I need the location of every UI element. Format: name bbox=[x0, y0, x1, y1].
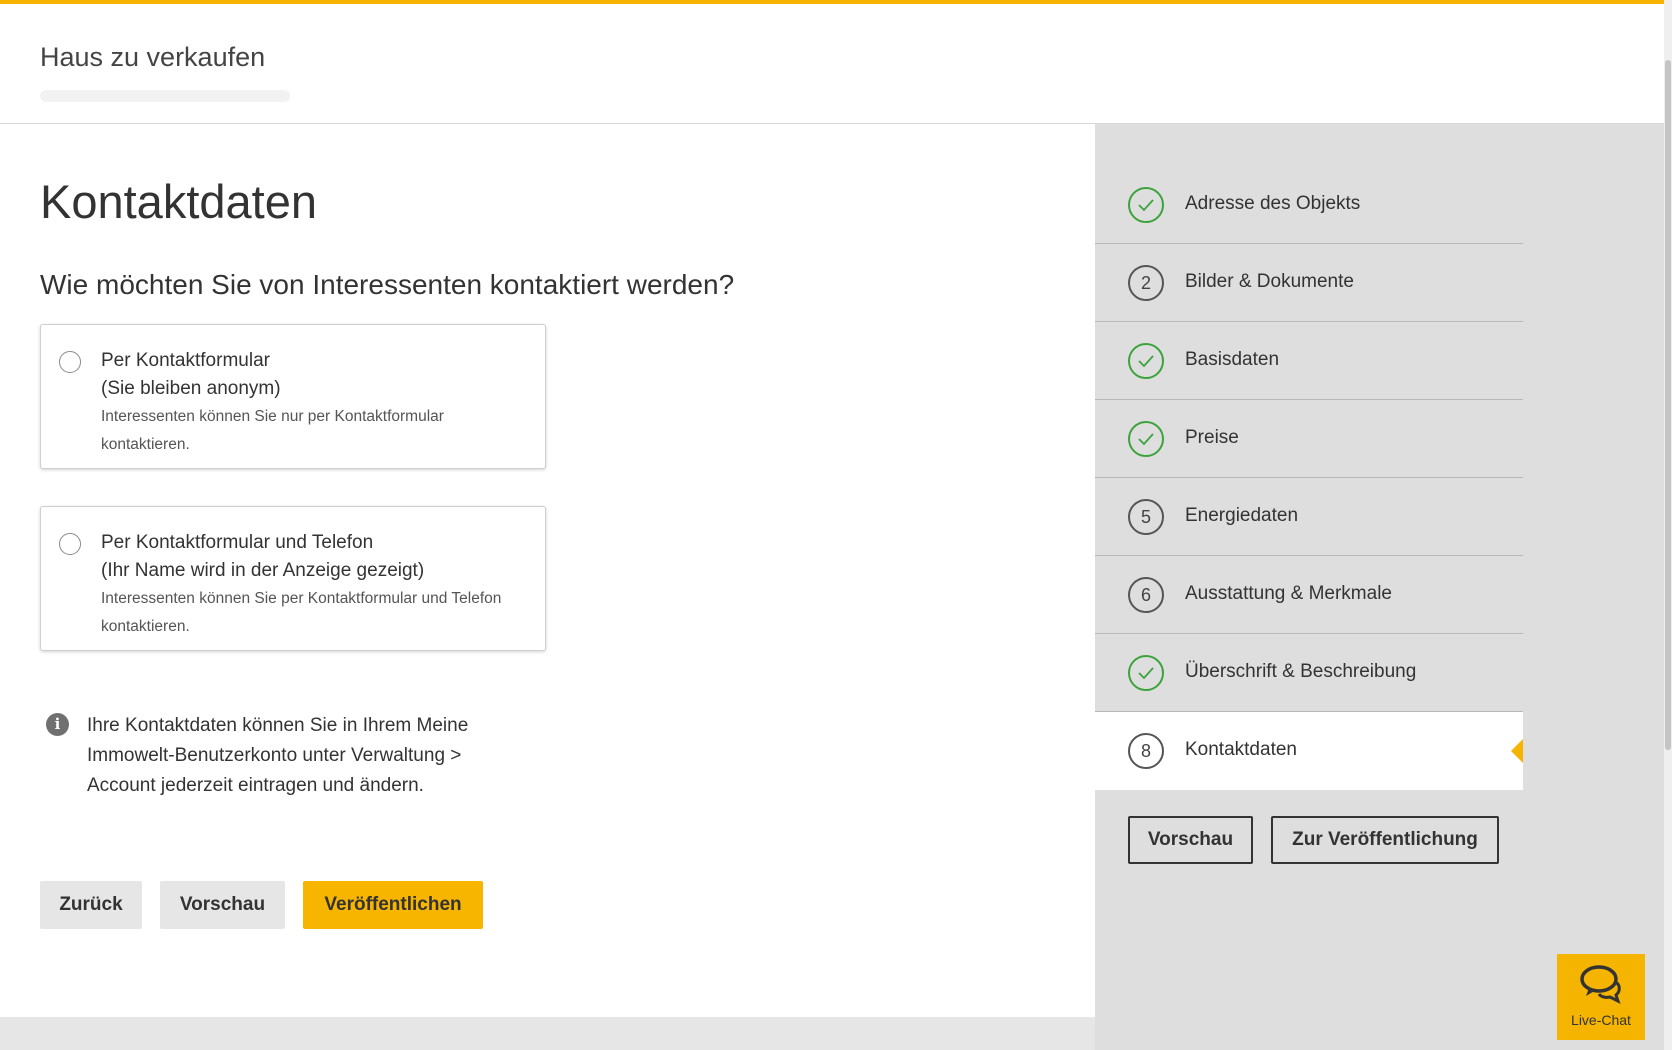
option-description: Interessenten können Sie per Kontaktform… bbox=[101, 590, 502, 635]
sidebar-step[interactable]: Preise bbox=[1095, 400, 1523, 478]
option-title: Per Kontaktformular bbox=[101, 350, 270, 371]
option-subtitle: (Ihr Name wird in der Anzeige gezeigt) bbox=[101, 560, 425, 581]
sidebar-step-label: Basisdaten bbox=[1185, 349, 1280, 370]
chat-bubbles-icon bbox=[1580, 965, 1621, 1004]
sidebar-step-label: Kontaktdaten bbox=[1185, 739, 1297, 760]
live-chat-label: Live-Chat bbox=[1571, 1012, 1631, 1028]
active-step-pointer bbox=[1511, 739, 1523, 763]
question-heading: Wie möchten Sie von Interessenten kontak… bbox=[40, 269, 735, 300]
sidebar-publish-button[interactable]: Zur Veröffentlichung bbox=[1271, 816, 1499, 864]
sidebar-step[interactable]: Adresse des Objekts bbox=[1095, 166, 1523, 244]
header-subtitle-placeholder bbox=[40, 90, 290, 102]
header: Haus zu verkaufen bbox=[0, 0, 1664, 124]
sidebar-step-label: Adresse des Objekts bbox=[1185, 193, 1361, 214]
radio-button[interactable] bbox=[59, 351, 81, 373]
info-text: Ihre Kontaktdaten können Sie in Ihrem Me… bbox=[87, 715, 469, 796]
sidebar-step-label: Bilder & Dokumente bbox=[1185, 271, 1354, 292]
option-description: Interessenten können Sie nur per Kontakt… bbox=[101, 408, 444, 453]
sidebar-step[interactable]: 8 Kontaktdaten bbox=[1095, 712, 1523, 790]
live-chat-button[interactable]: Live-Chat bbox=[1557, 954, 1645, 1040]
publish-button[interactable]: Veröffentlichen bbox=[303, 881, 483, 929]
sidebar-step[interactable]: 2 Bilder & Dokumente bbox=[1095, 244, 1523, 322]
checkmark-icon bbox=[1128, 655, 1164, 691]
page-heading: Haus zu verkaufen bbox=[40, 42, 266, 72]
option-title: Per Kontaktformular und Telefon bbox=[101, 532, 374, 553]
page-title: Kontaktdaten bbox=[40, 175, 317, 228]
sidebar-step-label: Preise bbox=[1185, 427, 1239, 448]
step-number: 6 bbox=[1128, 577, 1164, 613]
sidebar-step-label: Energiedaten bbox=[1185, 505, 1299, 526]
sidebar-step[interactable]: 6 Ausstattung & Merkmale bbox=[1095, 556, 1523, 634]
option-contact-form-and-phone[interactable]: Per Kontaktformular und Telefon (Ihr Nam… bbox=[40, 506, 546, 651]
scrollbar[interactable] bbox=[1664, 0, 1672, 1050]
step-number: 2 bbox=[1128, 265, 1164, 301]
info-icon: i bbox=[46, 713, 69, 736]
step-number: 5 bbox=[1128, 499, 1164, 535]
scrollbar-thumb[interactable] bbox=[1665, 60, 1671, 750]
back-button[interactable]: Zurück bbox=[40, 881, 142, 929]
checkmark-icon bbox=[1128, 421, 1164, 457]
preview-button[interactable]: Vorschau bbox=[160, 881, 285, 929]
step-number: 8 bbox=[1128, 733, 1164, 769]
sidebar-step-label: Ausstattung & Merkmale bbox=[1185, 583, 1392, 604]
page: Haus zu verkaufen Kontaktdaten Wie möcht… bbox=[0, 0, 1672, 1050]
sidebar-step[interactable]: 5 Energiedaten bbox=[1095, 478, 1523, 556]
sidebar-step[interactable]: Überschrift & Beschreibung bbox=[1095, 634, 1523, 712]
checkmark-icon bbox=[1128, 343, 1164, 379]
option-contact-form[interactable]: Per Kontaktformular (Sie bleiben anonym)… bbox=[40, 324, 546, 469]
step-list: Adresse des Objekts 2 Bilder & Dokumente Ba… bbox=[1095, 166, 1523, 790]
checkmark-icon bbox=[1128, 187, 1164, 223]
radio-button[interactable] bbox=[59, 533, 81, 555]
sidebar-preview-button[interactable]: Vorschau bbox=[1128, 816, 1253, 864]
sidebar-step[interactable]: Basisdaten bbox=[1095, 322, 1523, 400]
main-content: Kontaktdaten Wie möchten Sie von Interes… bbox=[0, 124, 1095, 1017]
step-sidebar: Adresse des Objekts 2 Bilder & Dokumente Ba… bbox=[1095, 124, 1664, 1050]
sidebar-step-label: Überschrift & Beschreibung bbox=[1185, 661, 1417, 682]
option-subtitle: (Sie bleiben anonym) bbox=[101, 378, 281, 399]
